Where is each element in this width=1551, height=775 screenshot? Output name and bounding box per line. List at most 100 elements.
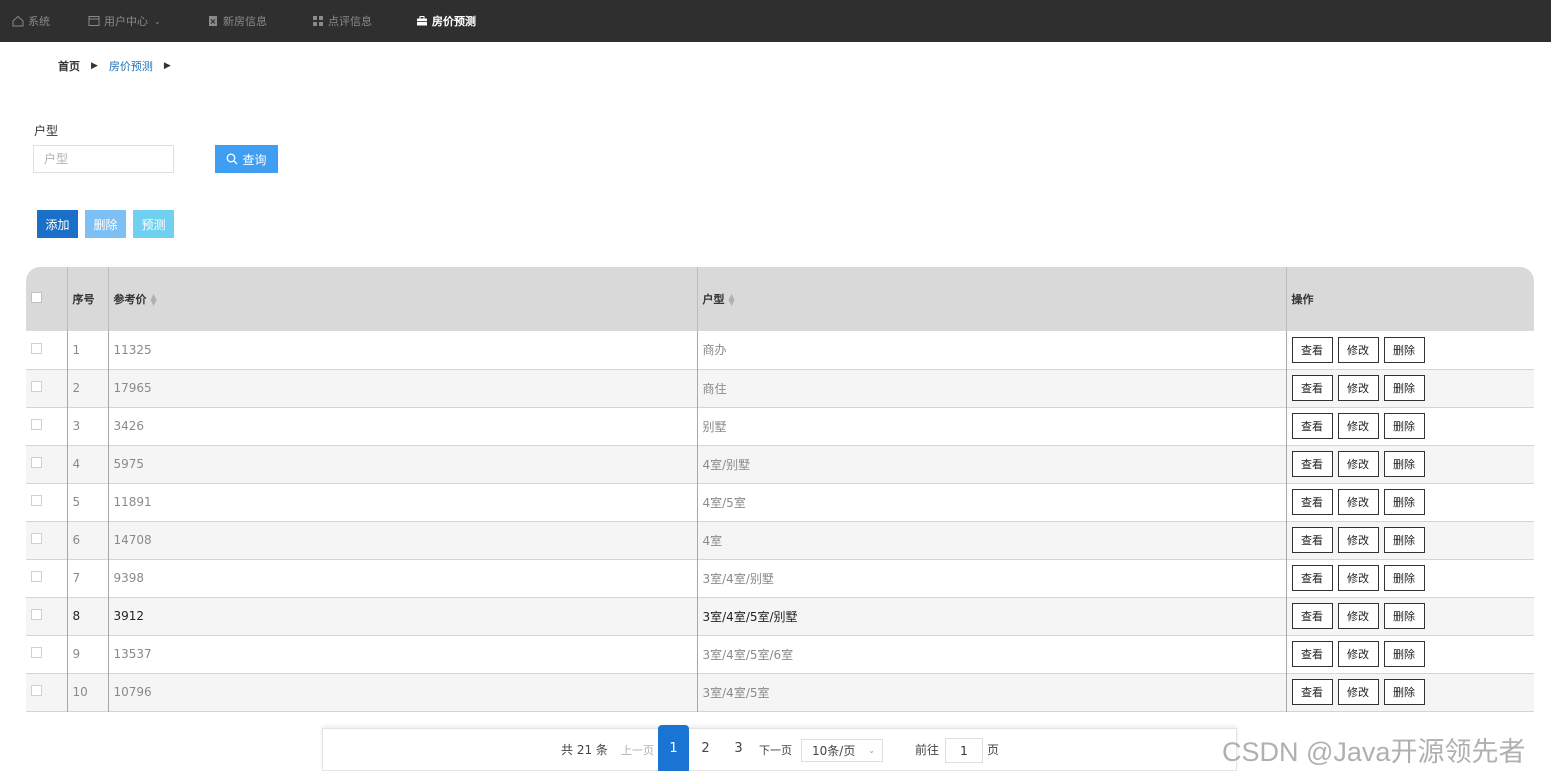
row-select-cell[interactable] — [26, 521, 68, 559]
row-select-cell[interactable] — [26, 635, 68, 673]
breadcrumb-home[interactable]: 首页 — [58, 58, 80, 74]
row-select-cell[interactable] — [26, 483, 68, 521]
nav-item-system[interactable]: 系统 — [12, 0, 50, 42]
table-row: 9 13537 3室/4室/5室/6室 查看 修改 删除 — [26, 635, 1534, 673]
row-price: 10796 — [108, 673, 698, 711]
edit-button[interactable]: 修改 — [1337, 603, 1379, 629]
row-checkbox[interactable] — [31, 609, 42, 620]
search-input[interactable] — [33, 145, 174, 173]
header-type[interactable]: 户型 ▲ ▼ — [697, 267, 1287, 331]
add-button[interactable]: 添加 — [37, 210, 78, 238]
row-checkbox[interactable] — [31, 533, 42, 544]
row-index: 5 — [67, 483, 109, 521]
row-checkbox[interactable] — [31, 419, 42, 430]
row-select-cell[interactable] — [26, 369, 68, 407]
pagination-next[interactable]: 下一页 — [759, 742, 792, 758]
view-button[interactable]: 查看 — [1291, 451, 1333, 477]
goto-page-suffix: 页 — [987, 743, 1000, 757]
row-price: 3426 — [108, 407, 698, 445]
edit-button[interactable]: 修改 — [1337, 527, 1379, 553]
header-price[interactable]: 参考价 ▲ ▼ — [108, 267, 698, 331]
edit-button[interactable]: 修改 — [1337, 451, 1379, 477]
page-size-select[interactable]: 10条/页 ⌄ — [801, 739, 883, 762]
pagination-page-3[interactable]: 3 — [723, 725, 754, 771]
nav-item-label: 房价预测 — [432, 15, 476, 28]
edit-button[interactable]: 修改 — [1337, 336, 1379, 363]
breadcrumb-current[interactable]: 房价预测 — [109, 58, 153, 74]
row-price: 13537 — [108, 635, 698, 673]
nav-item-reviews[interactable]: 点评信息 — [312, 0, 372, 42]
delete-button[interactable]: 删除 — [1383, 375, 1425, 401]
edit-button[interactable]: 修改 — [1337, 565, 1379, 591]
sort-icon[interactable]: ▲ ▼ — [151, 293, 157, 307]
edit-button[interactable]: 修改 — [1337, 375, 1379, 401]
delete-button[interactable]: 删除 — [1383, 565, 1425, 591]
row-ops: 查看 修改 删除 — [1286, 369, 1534, 407]
row-checkbox[interactable] — [31, 342, 42, 354]
header-index: 序号 — [67, 267, 109, 331]
search-button[interactable]: 查询 — [215, 145, 278, 173]
goto-page-input[interactable] — [945, 738, 983, 763]
row-checkbox[interactable] — [31, 495, 42, 506]
row-select-cell[interactable] — [26, 331, 68, 369]
view-button[interactable]: 查看 — [1291, 565, 1333, 591]
sort-icon[interactable]: ▲ ▼ — [729, 293, 735, 307]
delete-button[interactable]: 删除 — [1383, 527, 1425, 553]
row-price: 5975 — [108, 445, 698, 483]
row-select-cell[interactable] — [26, 407, 68, 445]
row-ops: 查看 修改 删除 — [1286, 597, 1534, 635]
edit-button[interactable]: 修改 — [1337, 641, 1379, 667]
view-button[interactable]: 查看 — [1291, 413, 1333, 439]
nav-item-user-center[interactable]: 用户中心 ⌄ — [88, 0, 161, 42]
row-select-cell[interactable] — [26, 445, 68, 483]
edit-button[interactable]: 修改 — [1337, 679, 1379, 705]
row-index: 7 — [67, 559, 109, 597]
page-size-value: 10条/页 — [812, 744, 856, 758]
row-ops: 查看 修改 删除 — [1286, 407, 1534, 445]
delete-button[interactable]: 删除 — [1383, 641, 1425, 667]
view-button[interactable]: 查看 — [1291, 336, 1333, 363]
header-select-all[interactable] — [26, 267, 68, 331]
row-ops: 查看 修改 删除 — [1286, 673, 1534, 711]
nav-item-new-house[interactable]: 新房信息 — [207, 0, 267, 42]
row-index: 1 — [67, 331, 109, 369]
row-select-cell[interactable] — [26, 559, 68, 597]
delete-button[interactable]: 删除 — [1383, 679, 1425, 705]
view-button[interactable]: 查看 — [1291, 375, 1333, 401]
row-checkbox[interactable] — [31, 381, 42, 392]
select-all-checkbox[interactable] — [31, 292, 42, 303]
delete-button[interactable]: 删除 — [1383, 413, 1425, 439]
view-button[interactable]: 查看 — [1291, 641, 1333, 667]
pagination-page-2[interactable]: 2 — [690, 725, 721, 771]
home-icon — [12, 15, 24, 27]
row-price: 9398 — [108, 559, 698, 597]
chevron-down-icon: ⌄ — [154, 16, 161, 26]
row-checkbox[interactable] — [31, 647, 42, 658]
batch-delete-button[interactable]: 删除 — [85, 210, 126, 238]
pagination-prev[interactable]: 上一页 — [621, 742, 654, 758]
view-button[interactable]: 查看 — [1291, 489, 1333, 515]
view-button[interactable]: 查看 — [1291, 527, 1333, 553]
predict-button[interactable]: 预测 — [133, 210, 174, 238]
delete-button[interactable]: 删除 — [1383, 336, 1425, 363]
delete-button[interactable]: 删除 — [1383, 451, 1425, 477]
row-checkbox[interactable] — [31, 571, 42, 582]
row-type: 4室 — [697, 521, 1287, 559]
pagination-page-1[interactable]: 1 — [658, 725, 689, 771]
row-checkbox[interactable] — [31, 457, 42, 468]
row-select-cell[interactable] — [26, 673, 68, 711]
row-checkbox[interactable] — [31, 685, 42, 696]
nav-item-price-predict[interactable]: 房价预测 — [416, 0, 476, 42]
view-button[interactable]: 查看 — [1291, 679, 1333, 705]
edit-button[interactable]: 修改 — [1337, 489, 1379, 515]
delete-button[interactable]: 删除 — [1383, 489, 1425, 515]
delete-button[interactable]: 删除 — [1383, 603, 1425, 629]
row-price: 11325 — [108, 331, 698, 369]
row-index: 4 — [67, 445, 109, 483]
row-type: 商办 — [697, 331, 1287, 369]
table-row: 8 3912 3室/4室/5室/别墅 查看 修改 删除 — [26, 597, 1534, 635]
row-select-cell[interactable] — [26, 597, 68, 635]
edit-button[interactable]: 修改 — [1337, 413, 1379, 439]
view-button[interactable]: 查看 — [1291, 603, 1333, 629]
search-label: 户型 — [34, 124, 59, 138]
